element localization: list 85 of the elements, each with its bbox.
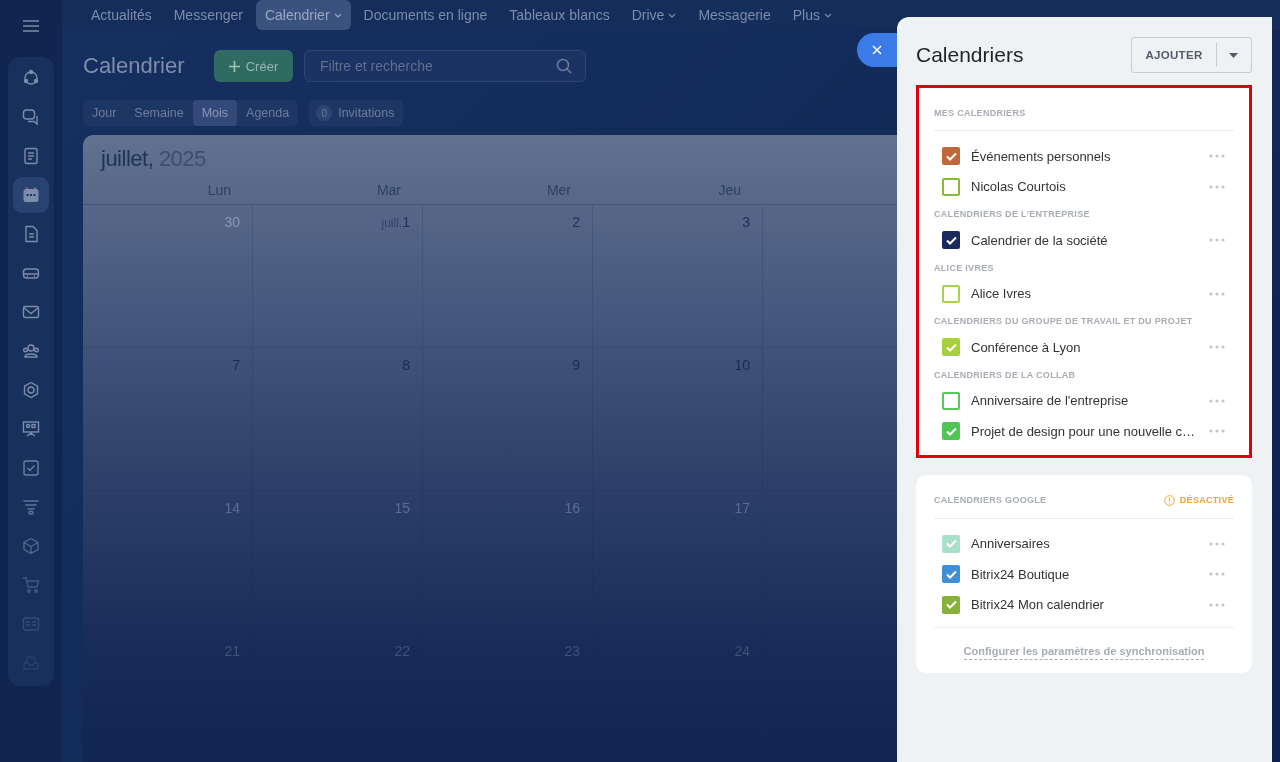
panel-title: Calendriers	[916, 43, 1024, 67]
more-icon[interactable]	[1209, 238, 1225, 243]
sidebar-item[interactable]	[13, 177, 49, 213]
more-icon[interactable]	[1209, 184, 1225, 189]
cart-icon[interactable]	[22, 576, 40, 594]
nav-tab[interactable]: Tableaux blancs	[500, 0, 619, 30]
nav-tab[interactable]: Documents en ligne	[354, 0, 497, 30]
more-icon[interactable]	[1209, 154, 1225, 159]
calendar-name[interactable]: Calendrier de la société	[971, 232, 1203, 248]
calendar-name[interactable]: Anniversaire de l'entreprise	[971, 393, 1203, 409]
group-heading: CALENDRIERS DE LA COLLAB	[934, 368, 1077, 382]
file-icon[interactable]	[22, 225, 40, 243]
more-icon[interactable]	[1209, 541, 1225, 546]
search-field[interactable]: Filtre et recherche	[304, 50, 586, 82]
status-label: DÉSACTIVÉ	[1179, 495, 1234, 505]
check-icon	[945, 235, 957, 245]
more-icon[interactable]	[1209, 602, 1225, 607]
group-heading: MES CALENDRIERS	[934, 98, 1234, 131]
calendar-name[interactable]: Bitrix24 Boutique	[971, 566, 1203, 582]
more-icon[interactable]	[1209, 429, 1225, 434]
nav-tab[interactable]: Calendrier	[255, 0, 351, 30]
calendar-name[interactable]: Alice Ivres	[971, 286, 1203, 302]
more-icon[interactable]	[1209, 291, 1225, 296]
view-tab[interactable]: Jour	[83, 100, 126, 126]
check-icon	[945, 569, 957, 579]
checkbox[interactable]	[942, 391, 960, 410]
view-tab[interactable]: Mois	[192, 100, 238, 126]
plus-icon	[228, 60, 240, 72]
funnel-icon[interactable]	[22, 498, 40, 516]
nav-tab[interactable]: Actualités	[82, 0, 161, 30]
group-heading: CALENDRIERS DE L'ENTREPRISE	[934, 208, 1091, 221]
calendar-name[interactable]: Anniversaires	[971, 536, 1203, 552]
check-icon	[945, 539, 957, 549]
more-icon[interactable]	[1209, 345, 1225, 350]
calendar-name[interactable]: Projet de design pour une nouvelle c…	[971, 423, 1203, 439]
chevron-icon	[668, 13, 677, 18]
group-heading: CALENDRIERS DU GROUPE DE TRAVAIL ET DU PROJET	[934, 315, 1194, 328]
check-icon	[945, 600, 957, 610]
card-icon[interactable]	[22, 615, 40, 633]
checkbox[interactable]	[942, 595, 960, 614]
view-tab[interactable]: Semaine	[125, 100, 193, 126]
calendar-icon	[22, 186, 40, 204]
close-button[interactable]	[857, 33, 897, 67]
nav-tab[interactable]: Plus	[783, 0, 841, 30]
calendar-name[interactable]: Bitrix24 Mon calendrier	[971, 597, 1203, 613]
people-icon[interactable]	[22, 342, 40, 360]
calendar-name[interactable]: Nicolas Courtois	[971, 179, 1203, 195]
group-heading: ALICE IVRES	[934, 261, 995, 275]
checkbox[interactable]	[942, 231, 960, 250]
checkbox-icon[interactable]	[22, 459, 40, 477]
nav-tab[interactable]: Messagerie	[689, 0, 780, 30]
chevron-icon	[824, 13, 832, 18]
nav-tab[interactable]: Messenger	[164, 0, 252, 30]
calendar-name[interactable]: Événements personnels	[971, 148, 1203, 164]
month-label: juillet,	[101, 146, 154, 171]
hexagon-icon[interactable]	[22, 381, 40, 399]
sync-settings-link[interactable]: Configurer les paramètres de synchronisation	[963, 645, 1205, 660]
page-title: Calendrier	[83, 53, 186, 79]
warning-icon	[1163, 494, 1175, 506]
cube-icon[interactable]	[22, 537, 40, 555]
caret-icon[interactable]	[1229, 52, 1238, 58]
menu-icon[interactable]	[23, 20, 39, 32]
check-icon	[945, 342, 957, 352]
chat-icon[interactable]	[22, 108, 40, 126]
calendar-name[interactable]: Conférence à Lyon	[971, 339, 1203, 355]
checkbox[interactable]	[942, 565, 960, 584]
view-tab[interactable]: Agenda	[237, 100, 299, 126]
check-icon	[945, 151, 957, 161]
mail-icon[interactable]	[22, 303, 40, 321]
presentation-icon[interactable]	[22, 420, 40, 438]
close-icon	[872, 45, 882, 55]
chevron-icon	[333, 13, 342, 18]
more-icon[interactable]	[1209, 572, 1225, 577]
group-heading: CALENDRIERS GOOGLE	[934, 495, 1047, 505]
checkbox[interactable]	[942, 177, 960, 196]
search-icon	[556, 58, 572, 74]
add-button[interactable]: AJOUTER	[1132, 38, 1216, 72]
create-button[interactable]: Créer	[214, 50, 293, 82]
document-icon[interactable]	[22, 147, 40, 165]
more-icon[interactable]	[1209, 398, 1225, 403]
check-icon	[945, 426, 957, 436]
nav-tab[interactable]: Drive	[622, 0, 686, 30]
checkbox[interactable]	[942, 422, 960, 441]
add-split-button[interactable]: AJOUTER	[1131, 37, 1252, 73]
checkbox[interactable]	[942, 147, 960, 166]
